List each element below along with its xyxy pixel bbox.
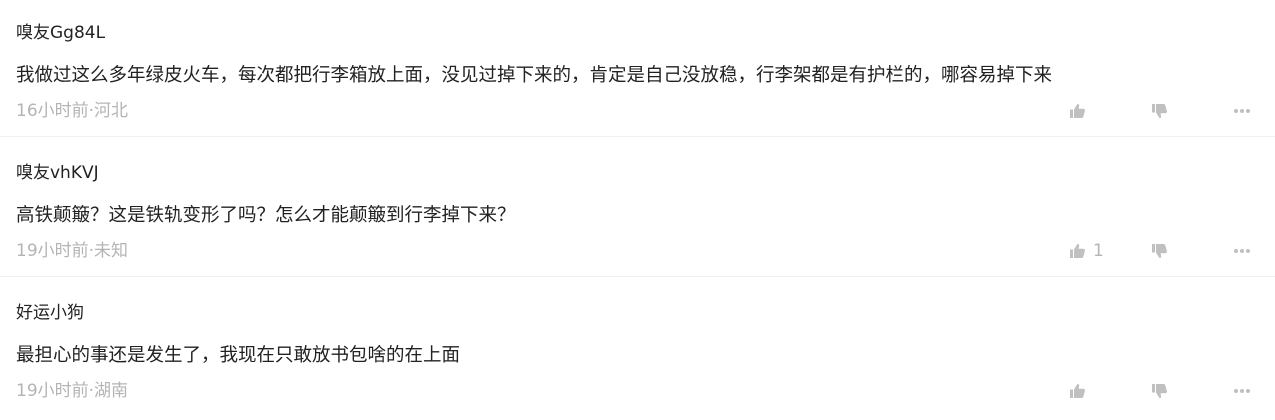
like-button[interactable] bbox=[1069, 380, 1093, 402]
thumbs-up-icon bbox=[1069, 103, 1086, 119]
comment-divider bbox=[0, 276, 1275, 277]
like-count: 1 bbox=[1093, 241, 1104, 261]
more-dots-icon bbox=[1233, 248, 1251, 254]
more-dots-icon bbox=[1233, 388, 1251, 394]
more-dots-icon bbox=[1233, 108, 1251, 114]
thumbs-up-icon bbox=[1069, 383, 1086, 399]
comment-username[interactable]: 嗅友Gg84L bbox=[16, 21, 105, 45]
comment-meta: 19小时前·湖南 bbox=[16, 381, 129, 401]
comment-content: 最担心的事还是发生了，我现在只敢放书包啥的在上面 bbox=[16, 345, 461, 366]
more-button[interactable] bbox=[1233, 380, 1251, 402]
thumbs-down-icon bbox=[1151, 383, 1168, 399]
comment-item: 嗅友Gg84L 我做过这么多年绿皮火车，每次都把行李箱放上面，没见过掉下来的，肯… bbox=[0, 0, 1275, 140]
comment-username[interactable]: 嗅友vhKVJ bbox=[16, 161, 99, 185]
more-button[interactable] bbox=[1233, 240, 1251, 262]
comment-meta: 16小时前·河北 bbox=[16, 101, 129, 121]
comment-username[interactable]: 好运小狗 bbox=[16, 301, 84, 325]
comment-item: 好运小狗 最担心的事还是发生了，我现在只敢放书包啥的在上面 19小时前·湖南 bbox=[0, 280, 1275, 420]
like-button[interactable]: 1 bbox=[1069, 240, 1104, 262]
dislike-button[interactable] bbox=[1151, 240, 1168, 262]
comment-content: 高铁颠簸？这是铁轨变形了吗？怎么才能颠簸到行李掉下来？ bbox=[16, 205, 516, 226]
comment-divider bbox=[0, 136, 1275, 137]
thumbs-down-icon bbox=[1151, 103, 1168, 119]
like-button[interactable] bbox=[1069, 100, 1093, 122]
dislike-button[interactable] bbox=[1151, 100, 1168, 122]
thumbs-down-icon bbox=[1151, 243, 1168, 259]
more-button[interactable] bbox=[1233, 100, 1251, 122]
comment-meta: 19小时前·未知 bbox=[16, 241, 129, 261]
comment-item: 嗅友vhKVJ 高铁颠簸？这是铁轨变形了吗？怎么才能颠簸到行李掉下来？ 19小时… bbox=[0, 140, 1275, 280]
thumbs-up-icon bbox=[1069, 243, 1086, 259]
comment-list: 嗅友Gg84L 我做过这么多年绿皮火车，每次都把行李箱放上面，没见过掉下来的，肯… bbox=[0, 0, 1275, 412]
comment-content: 我做过这么多年绿皮火车，每次都把行李箱放上面，没见过掉下来的，肯定是自己没放稳，… bbox=[16, 65, 1053, 86]
dislike-button[interactable] bbox=[1151, 380, 1168, 402]
